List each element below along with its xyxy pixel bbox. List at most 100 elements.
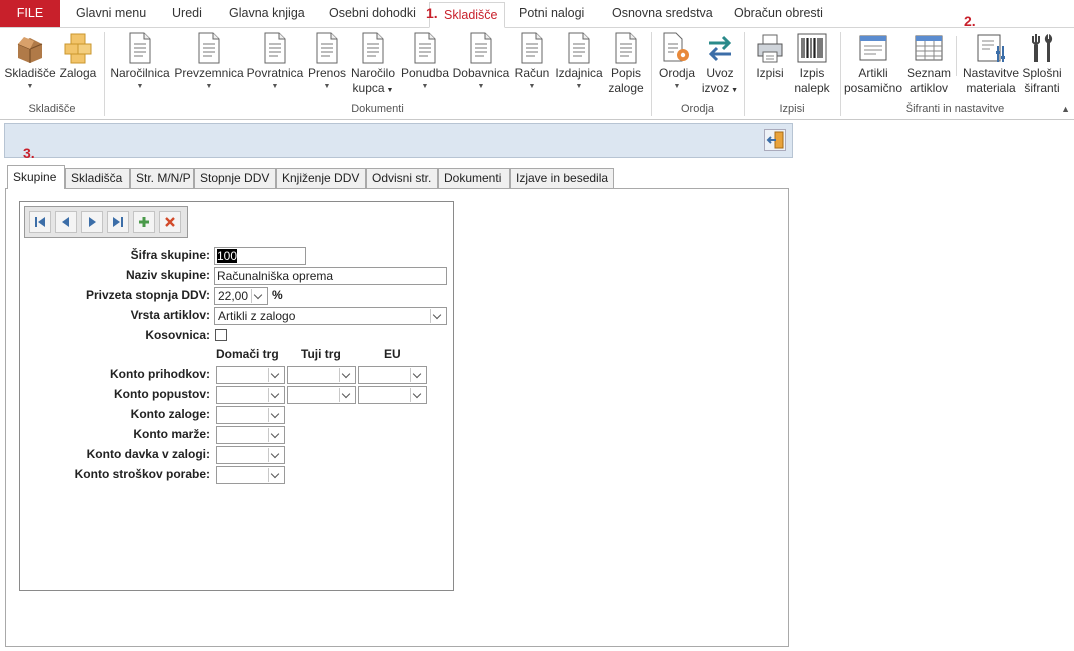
tab-izjave-in-besedila[interactable]: Izjave in besedila	[510, 168, 614, 188]
delete-x-icon	[165, 217, 175, 227]
tab-knjizenje-ddv[interactable]: Knjiženje DDV	[276, 168, 366, 188]
form-header-bar	[4, 123, 793, 158]
vrsta-artiklov-label: Vrsta artiklov:	[130, 308, 210, 322]
konto-prihodkov-eu-combo[interactable]	[358, 366, 427, 384]
dropdown-arrow-icon[interactable]	[251, 289, 266, 303]
tab-glavna-knjiga[interactable]: Glavna knjiga	[229, 0, 305, 27]
document-icon	[521, 32, 543, 64]
tab-skladisce[interactable]: Skladišče	[429, 2, 505, 28]
narocilnica-button[interactable]: Naročilnica ▼	[109, 32, 171, 91]
orodja-button[interactable]: Orodja ▼	[656, 32, 698, 91]
tab-potni-nalogi[interactable]: Potni nalogi	[519, 0, 584, 27]
previous-record-icon	[62, 217, 69, 227]
tab-obracun-obresti[interactable]: Obračun obresti	[734, 0, 823, 27]
tab-glavni-menu[interactable]: Glavni menu	[76, 0, 146, 27]
konto-stroskov-porabe-combo[interactable]	[216, 466, 285, 484]
stacked-boxes-icon	[64, 33, 92, 64]
chevron-down-icon: ▼	[575, 83, 583, 90]
column-header-tuji-trg: Tuji trg	[301, 347, 341, 361]
konto-stroskov-porabe-label: Konto stroškov porabe:	[74, 467, 210, 481]
previous-record-button[interactable]	[55, 211, 77, 233]
dropdown-arrow-icon[interactable]	[430, 309, 445, 323]
dropdown-arrow-icon[interactable]	[410, 368, 425, 382]
ponudba-button[interactable]: Ponudba ▼	[399, 32, 451, 91]
dropdown-arrow-icon[interactable]	[268, 388, 283, 402]
tab-odvisni-str[interactable]: Odvisni str.	[366, 168, 438, 188]
chevron-down-icon: ▼	[323, 83, 331, 90]
dropdown-arrow-icon[interactable]	[268, 428, 283, 442]
document-icon	[316, 32, 338, 64]
privzeta-stopnja-ddv-combo[interactable]: 22,00	[214, 287, 268, 305]
document-icon	[129, 32, 151, 64]
document-icon	[264, 32, 286, 64]
popis-zaloge-button[interactable]: Popis zaloge	[606, 32, 646, 96]
separator	[956, 36, 957, 76]
konto-davka-v-zalogi-combo[interactable]	[216, 446, 285, 464]
zaloga-button[interactable]: Zaloga	[58, 32, 98, 81]
sifra-skupine-input[interactable]: 100	[214, 247, 306, 265]
vrsta-artiklov-combo[interactable]: Artikli z zalogo	[214, 307, 447, 325]
konto-popustov-tuji-combo[interactable]	[287, 386, 356, 404]
narocilo-kupca-button[interactable]: Naročilo kupca ▼	[348, 32, 398, 98]
prenos-button[interactable]: Prenos ▼	[307, 32, 347, 91]
first-record-button[interactable]	[29, 211, 51, 233]
exit-form-button[interactable]	[764, 129, 786, 151]
kosovnica-checkbox[interactable]	[215, 329, 227, 341]
povratnica-button[interactable]: Povratnica ▼	[246, 32, 304, 91]
import-export-arrows-icon	[708, 35, 732, 62]
tab-stopnje-ddv[interactable]: Stopnje DDV	[194, 168, 276, 188]
izdajnica-button[interactable]: Izdajnica ▼	[554, 32, 604, 91]
dropdown-arrow-icon[interactable]	[410, 388, 425, 402]
konto-prihodkov-tuji-combo[interactable]	[287, 366, 356, 384]
uvoz-izvoz-button[interactable]: Uvoz izvoz ▼	[700, 32, 740, 98]
dropdown-arrow-icon[interactable]	[268, 408, 283, 422]
chevron-down-icon: ▼	[26, 83, 34, 90]
document-icon	[198, 32, 220, 64]
new-record-button[interactable]	[133, 211, 155, 233]
collapse-ribbon-icon[interactable]: ▲	[1061, 104, 1070, 114]
skladisce-button[interactable]: Skladišče ▼	[4, 32, 56, 91]
tab-osnovna-sredstva[interactable]: Osnovna sredstva	[612, 0, 713, 27]
dropdown-arrow-icon[interactable]	[339, 368, 354, 382]
tab-skupine[interactable]: Skupine	[7, 165, 65, 189]
tab-file[interactable]: FILE	[0, 0, 60, 27]
annotation-marker-1: 1.	[426, 5, 438, 21]
form-window-icon	[859, 35, 887, 61]
dropdown-arrow-icon[interactable]	[268, 448, 283, 462]
document-icon	[470, 32, 492, 64]
next-record-button[interactable]	[81, 211, 103, 233]
tab-str-mnp[interactable]: Str. M/N/P	[130, 168, 194, 188]
group-label-dokumenti: Dokumenti	[351, 103, 404, 115]
dobavnica-button[interactable]: Dobavnica ▼	[452, 32, 510, 91]
dropdown-arrow-icon[interactable]	[268, 368, 283, 382]
seznam-artiklov-button[interactable]: Seznam artiklov	[906, 32, 952, 96]
nastavitve-materiala-button[interactable]: Nastavitve materiala	[961, 32, 1021, 96]
chevron-down-icon: ▼	[205, 83, 213, 90]
konto-marze-combo[interactable]	[216, 426, 285, 444]
splosni-sifranti-button[interactable]: Splošni šifranti	[1021, 32, 1063, 96]
dropdown-arrow-icon[interactable]	[339, 388, 354, 402]
naziv-skupine-input[interactable]: Računalniška oprema	[214, 267, 447, 285]
konto-marze-label: Konto marže:	[133, 427, 210, 441]
tab-skladisca[interactable]: Skladišča	[65, 168, 130, 188]
last-record-button[interactable]	[107, 211, 129, 233]
tab-uredi[interactable]: Uredi	[172, 0, 202, 27]
izpisi-button[interactable]: Izpisi	[753, 32, 787, 81]
warehouse-box-icon	[17, 37, 43, 63]
sifra-skupine-label: Šifra skupine:	[130, 248, 210, 262]
konto-popustov-eu-combo[interactable]	[358, 386, 427, 404]
konto-prihodkov-domaci-combo[interactable]	[216, 366, 285, 384]
tab-osebni-dohodki[interactable]: Osebni dohodki	[329, 0, 416, 27]
dropdown-arrow-icon[interactable]	[268, 468, 283, 482]
plus-icon	[139, 217, 149, 227]
tab-dokumenti[interactable]: Dokumenti	[438, 168, 510, 188]
prevzemnica-button[interactable]: Prevzemnica ▼	[174, 32, 244, 91]
artikli-posamicno-button[interactable]: Artikli posamično	[842, 32, 904, 96]
delete-record-button[interactable]	[159, 211, 181, 233]
izpis-nalepk-button[interactable]: Izpis nalepk	[791, 32, 833, 96]
racun-button[interactable]: Račun ▼	[513, 32, 551, 91]
konto-zaloge-combo[interactable]	[216, 406, 285, 424]
group-label-sifranti-in-nastavitve: Šifranti in nastavitve	[905, 103, 1005, 115]
document-icon	[362, 32, 384, 64]
konto-popustov-domaci-combo[interactable]	[216, 386, 285, 404]
